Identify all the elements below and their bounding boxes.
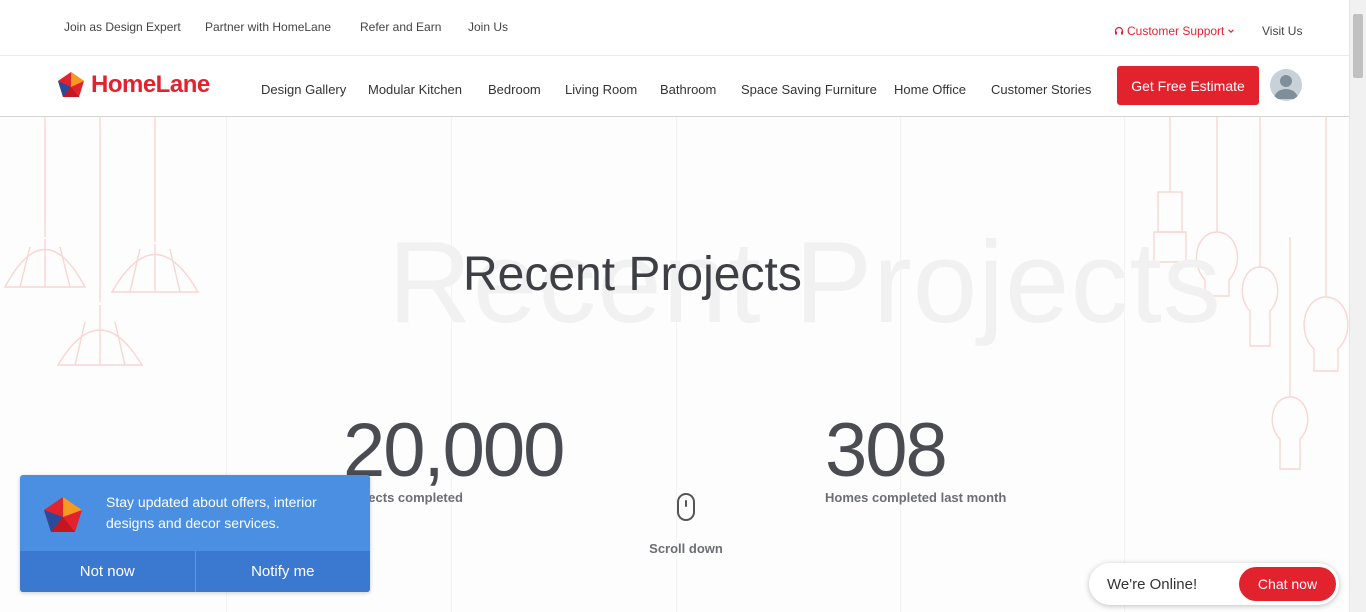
customer-support-label: Customer Support	[1127, 24, 1225, 38]
notify-me-button[interactable]: Notify me	[194, 551, 370, 592]
hanging-lamps-illustration	[3, 117, 200, 366]
headset-icon	[1114, 26, 1124, 35]
bg-divider	[900, 117, 901, 612]
scroll-down-label: Scroll down	[649, 541, 723, 556]
nav-living-room[interactable]: Living Room	[565, 82, 637, 97]
chat-now-button[interactable]: Chat now	[1239, 567, 1336, 601]
projects-completed-value: 20,000	[343, 408, 565, 493]
scrollbar-thumb[interactable]	[1353, 14, 1363, 78]
nav-customer-stories[interactable]: Customer Stories	[991, 82, 1091, 97]
refer-earn-link[interactable]: Refer and Earn	[360, 20, 441, 34]
homelane-page: Join as Design Expert Partner with HomeL…	[0, 0, 1366, 612]
chat-widget: We're Online! Chat now	[1089, 563, 1339, 605]
nav-space-saving-furniture[interactable]: Space Saving Furniture	[741, 82, 877, 97]
get-free-estimate-button[interactable]: Get Free Estimate	[1117, 66, 1259, 105]
notification-optin-popup: Stay updated about offers, interior desi…	[20, 475, 370, 592]
chat-status-text: We're Online!	[1107, 576, 1198, 593]
notify-actions: Not now Notify me	[20, 551, 370, 592]
logo-mark-icon	[58, 72, 84, 97]
nav-bedroom[interactable]: Bedroom	[488, 82, 541, 97]
not-now-button[interactable]: Not now	[20, 551, 195, 592]
homelane-logo[interactable]: HomeLane	[57, 71, 210, 99]
logo-text: HomeLane	[91, 71, 210, 98]
scroll-down-hint[interactable]: Scroll down	[649, 493, 723, 556]
homelane-bell-icon	[44, 497, 82, 532]
page-scrollbar[interactable]	[1349, 0, 1366, 612]
customer-support-dropdown[interactable]: Customer Support	[1114, 24, 1235, 38]
chevron-down-icon	[1228, 29, 1235, 33]
bg-divider	[451, 117, 452, 612]
main-navbar: HomeLane Design Gallery Modular Kitchen …	[0, 56, 1349, 117]
nav-modular-kitchen[interactable]: Modular Kitchen	[368, 82, 462, 97]
nav-home-office[interactable]: Home Office	[894, 82, 966, 97]
page-title: Recent Projects	[463, 248, 802, 301]
partner-link[interactable]: Partner with HomeLane	[205, 20, 331, 34]
nav-bathroom[interactable]: Bathroom	[660, 82, 716, 97]
top-utility-bar: Join as Design Expert Partner with HomeL…	[0, 0, 1349, 56]
homes-last-month-value: 308	[825, 408, 948, 493]
join-us-link[interactable]: Join Us	[468, 20, 508, 34]
nav-design-gallery[interactable]: Design Gallery	[261, 82, 346, 97]
join-design-expert-link[interactable]: Join as Design Expert	[64, 20, 181, 34]
notify-message: Stay updated about offers, interior desi…	[106, 494, 317, 531]
visit-us-link[interactable]: Visit Us	[1262, 24, 1302, 38]
mouse-icon	[677, 493, 695, 521]
bg-divider	[1124, 117, 1125, 612]
user-icon	[1274, 75, 1298, 99]
homes-last-month-label: Homes completed last month	[825, 490, 1007, 505]
avatar[interactable]	[1270, 69, 1302, 101]
